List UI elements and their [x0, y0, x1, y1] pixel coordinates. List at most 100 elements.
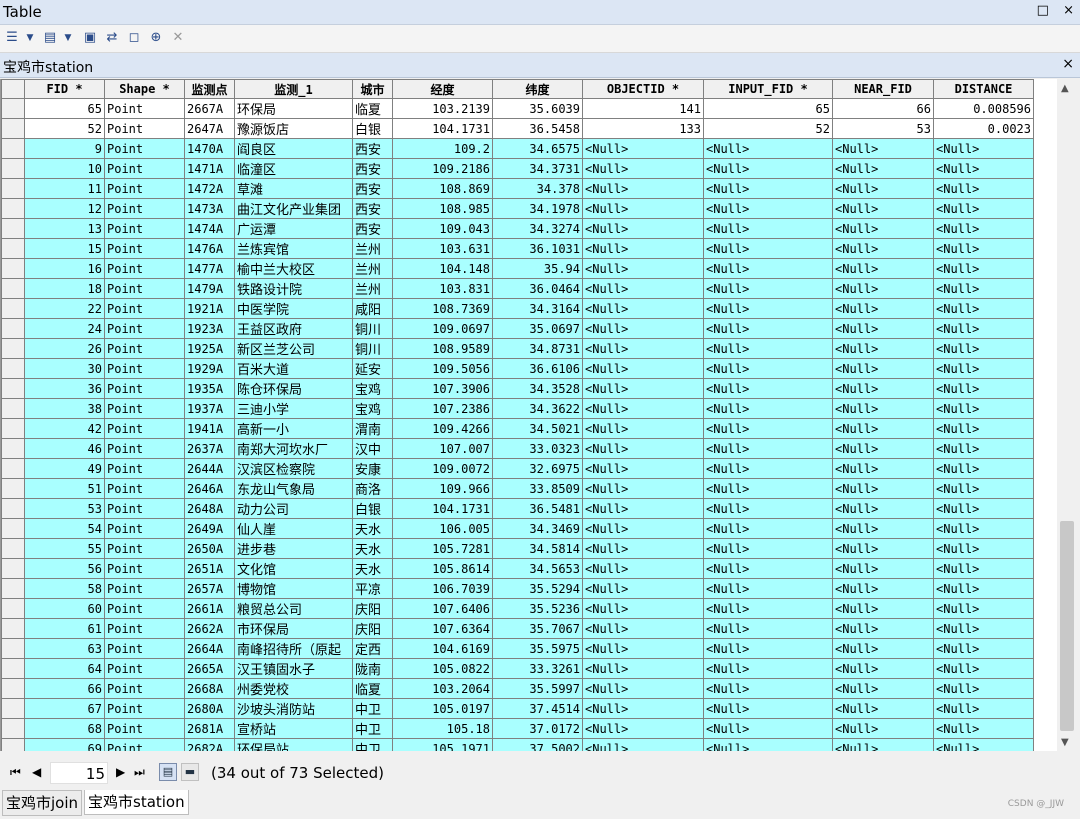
cell-city[interactable]: 平凉 — [352, 578, 393, 599]
cell-fid[interactable]: 42 — [24, 418, 105, 439]
cell-near-fid[interactable]: <Null> — [832, 578, 934, 599]
cell-code[interactable]: 1923A — [184, 318, 235, 339]
table-row[interactable]: 53 Point 2648A 动力公司 白银 104.1731 36.5481 <Null> <… — [1, 498, 1034, 519]
column-header[interactable]: 监测点 — [184, 79, 235, 99]
cell-lat[interactable]: 33.0323 — [492, 438, 583, 459]
cell-lat[interactable]: 34.3731 — [492, 158, 583, 179]
cell-city[interactable]: 安康 — [352, 458, 393, 479]
cell-lon[interactable]: 109.2 — [392, 138, 493, 159]
cell-lon[interactable]: 107.6406 — [392, 598, 493, 619]
cell-name[interactable]: 汉滨区检察院 — [234, 458, 353, 479]
cell-code[interactable]: 2667A — [184, 98, 235, 119]
cell-lat[interactable]: 36.6106 — [492, 358, 583, 379]
cell-input-fid[interactable]: <Null> — [703, 498, 833, 519]
cell-input-fid[interactable]: <Null> — [703, 378, 833, 399]
cell-objectid[interactable]: <Null> — [582, 438, 704, 459]
cell-fid[interactable]: 63 — [24, 638, 105, 659]
cell-lat[interactable]: 35.6039 — [492, 98, 583, 119]
cell-input-fid[interactable]: <Null> — [703, 438, 833, 459]
cell-fid[interactable]: 52 — [24, 118, 105, 139]
cell-name[interactable]: 王益区政府 — [234, 318, 353, 339]
cell-objectid[interactable]: <Null> — [582, 638, 704, 659]
cell-lat[interactable]: 34.3622 — [492, 398, 583, 419]
cell-near-fid[interactable]: 53 — [832, 118, 934, 139]
cell-objectid[interactable]: <Null> — [582, 338, 704, 359]
row-selector[interactable] — [1, 478, 25, 499]
cell-near-fid[interactable]: <Null> — [832, 418, 934, 439]
cell-name[interactable]: 粮贸总公司 — [234, 598, 353, 619]
cell-lon[interactable]: 109.2186 — [392, 158, 493, 179]
cell-fid[interactable]: 56 — [24, 558, 105, 579]
table-row[interactable]: 24 Point 1923A 王益区政府 铜川 109.0697 35.0697 <Null>… — [1, 318, 1034, 339]
cell-code[interactable]: 2668A — [184, 678, 235, 699]
cell-shape[interactable]: Point — [104, 718, 185, 739]
cell-lat[interactable]: 34.3528 — [492, 378, 583, 399]
close-icon[interactable]: × — [1063, 3, 1074, 18]
cell-fid[interactable]: 10 — [24, 158, 105, 179]
cell-objectid[interactable]: <Null> — [582, 458, 704, 479]
cell-input-fid[interactable]: <Null> — [703, 518, 833, 539]
cell-input-fid[interactable]: <Null> — [703, 478, 833, 499]
cell-shape[interactable]: Point — [104, 358, 185, 379]
cell-near-fid[interactable]: <Null> — [832, 558, 934, 579]
cell-shape[interactable]: Point — [104, 678, 185, 699]
table-row[interactable]: 12 Point 1473A 曲江文化产业集团 西安 108.985 34.1978 <Nul… — [1, 198, 1034, 219]
cell-lon[interactable]: 103.831 — [392, 278, 493, 299]
cell-near-fid[interactable]: 66 — [832, 98, 934, 119]
table-row[interactable]: 66 Point 2668A 州委党校 临夏 103.2064 35.5997 <Null> <… — [1, 678, 1034, 699]
row-selector[interactable] — [1, 278, 25, 299]
cell-lat[interactable]: 35.5997 — [492, 678, 583, 699]
cell-near-fid[interactable]: <Null> — [832, 478, 934, 499]
cell-distance[interactable]: <Null> — [933, 658, 1034, 679]
cell-city[interactable]: 汉中 — [352, 438, 393, 459]
row-selector[interactable] — [1, 698, 25, 719]
cell-input-fid[interactable]: <Null> — [703, 578, 833, 599]
cell-lat[interactable]: 36.0464 — [492, 278, 583, 299]
cell-name[interactable]: 中医学院 — [234, 298, 353, 319]
cell-code[interactable]: 2661A — [184, 598, 235, 619]
row-selector[interactable] — [1, 198, 25, 219]
cell-lat[interactable]: 35.5294 — [492, 578, 583, 599]
row-selector[interactable] — [1, 638, 25, 659]
cell-name[interactable]: 汉王镇固水子 — [234, 658, 353, 679]
cell-city[interactable]: 天水 — [352, 538, 393, 559]
cell-distance[interactable]: <Null> — [933, 238, 1034, 259]
cell-objectid[interactable]: <Null> — [582, 538, 704, 559]
cell-objectid[interactable]: <Null> — [582, 558, 704, 579]
cell-code[interactable]: 1941A — [184, 418, 235, 439]
previous-record-icon[interactable]: ◀ — [32, 765, 41, 779]
scroll-down-icon[interactable]: ▼ — [1061, 737, 1069, 748]
row-selector[interactable] — [1, 518, 25, 539]
column-header[interactable]: OBJECTID * — [582, 79, 704, 99]
cell-near-fid[interactable]: <Null> — [832, 658, 934, 679]
cell-objectid[interactable]: 133 — [582, 118, 704, 139]
cell-fid[interactable]: 67 — [24, 698, 105, 719]
table-row[interactable]: 26 Point 1925A 新区兰芝公司 铜川 108.9589 34.8731 <Null… — [1, 338, 1034, 359]
cell-code[interactable]: 2649A — [184, 518, 235, 539]
cell-name[interactable]: 州委党校 — [234, 678, 353, 699]
cell-lon[interactable]: 105.18 — [392, 718, 493, 739]
cell-input-fid[interactable]: <Null> — [703, 678, 833, 699]
cell-objectid[interactable]: <Null> — [582, 298, 704, 319]
cell-lat[interactable]: 34.3274 — [492, 218, 583, 239]
cell-shape[interactable]: Point — [104, 658, 185, 679]
tab-station[interactable]: 宝鸡市station — [84, 790, 189, 815]
cell-shape[interactable]: Point — [104, 118, 185, 139]
chevron-down-icon[interactable]: ▼ — [60, 30, 76, 46]
cell-input-fid[interactable]: <Null> — [703, 278, 833, 299]
table-row[interactable]: 30 Point 1929A 百米大道 延安 109.5056 36.6106 <Null> <… — [1, 358, 1034, 379]
cell-distance[interactable]: <Null> — [933, 358, 1034, 379]
cell-fid[interactable]: 11 — [24, 178, 105, 199]
cell-input-fid[interactable]: <Null> — [703, 458, 833, 479]
cell-distance[interactable]: <Null> — [933, 458, 1034, 479]
cell-code[interactable]: 1935A — [184, 378, 235, 399]
row-selector[interactable] — [1, 538, 25, 559]
row-selector[interactable] — [1, 678, 25, 699]
cell-lat[interactable]: 33.8509 — [492, 478, 583, 499]
cell-city[interactable]: 临夏 — [352, 678, 393, 699]
cell-distance[interactable]: <Null> — [933, 138, 1034, 159]
cell-fid[interactable]: 16 — [24, 258, 105, 279]
cell-code[interactable]: 2665A — [184, 658, 235, 679]
cell-objectid[interactable]: <Null> — [582, 218, 704, 239]
scrollbar-thumb[interactable] — [1060, 521, 1074, 731]
